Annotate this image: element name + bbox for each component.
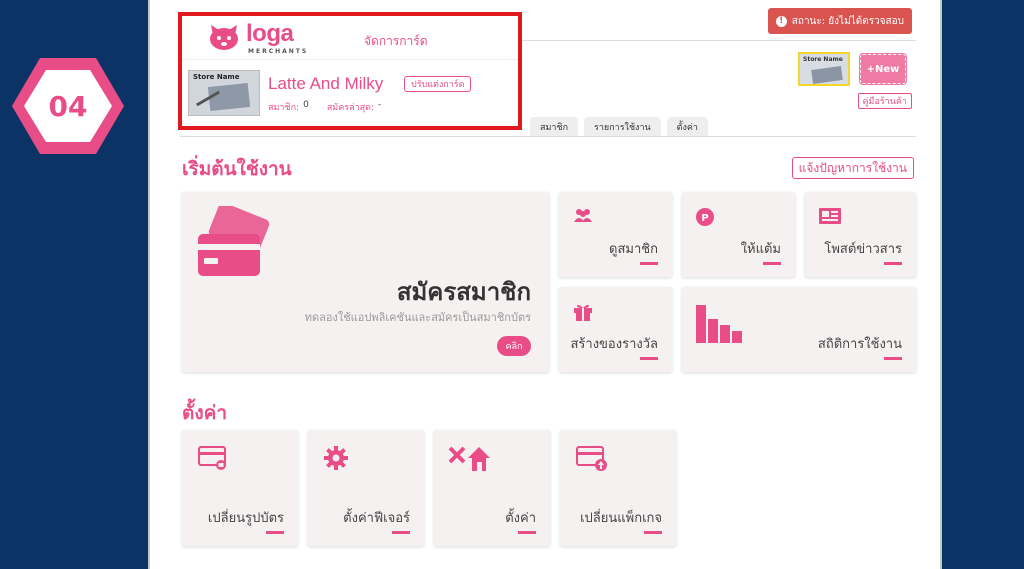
bar-chart-icon (696, 305, 742, 343)
manual-button[interactable]: คู่มือร้านค้า (857, 93, 912, 109)
tile-underline (644, 531, 662, 534)
tab-divider (180, 136, 916, 137)
report-issue-button[interactable]: แจ้งปัญหาการใช้งาน (791, 157, 914, 179)
section-title-getting-started: เริ่มต้นใช้งาน (182, 158, 292, 180)
tile-label: โพสต์ข่าวสาร (824, 242, 902, 257)
tile-feature-settings[interactable]: ตั้งค่าฟีเจอร์ (308, 430, 424, 546)
tile-label: สถิติการใช้งาน (817, 337, 902, 352)
tile-give-points[interactable]: P ให้แต้ม (682, 192, 795, 277)
tile-usage-stats[interactable]: สถิติการใช้งาน (682, 287, 916, 372)
tile-label: ดูสมาชิก (609, 242, 658, 257)
tab-members[interactable]: สมาชิก (530, 117, 579, 136)
customize-card-button[interactable]: ปรับแต่งการ์ด (404, 76, 472, 92)
status-button[interactable]: ! สถานะ: ยังไม่ได้ตรวจสอบ (767, 8, 912, 34)
alert-circle-icon: ! (775, 15, 787, 27)
tile-underline (640, 357, 658, 360)
tile-underline (884, 262, 902, 265)
overlay-header: loga MERCHANTS จัดการการ์ด (182, 16, 518, 60)
card-header-highlight: loga MERCHANTS จัดการการ์ด Store Name La… (178, 12, 522, 130)
members-value: 0 (303, 100, 309, 110)
status-label: สถานะ: ยังไม่ได้ตรวจสอบ (791, 15, 904, 27)
tile-settings[interactable]: ตั้งค่า (434, 430, 550, 546)
logo-subtitle: MERCHANTS (248, 48, 309, 55)
tile-view-members[interactable]: ดูสมาชิก (559, 192, 672, 277)
tile-underline (884, 357, 902, 360)
newspaper-icon (819, 208, 841, 224)
card-caption: Store Name (193, 73, 240, 81)
tab-activity[interactable]: รายการใช้งาน (584, 117, 661, 136)
tile-change-card-image[interactable]: เปลี่ยนรูปบัตร (182, 430, 298, 546)
gift-icon (574, 304, 592, 321)
cat-logo-icon (210, 25, 238, 50)
section-title-settings: ตั้งค่า (182, 402, 227, 424)
tile-change-package[interactable]: เปลี่ยนแพ็กเกจ (560, 430, 676, 546)
signup-click-button[interactable]: คลิก (497, 336, 531, 356)
card-art (811, 65, 843, 85)
card-image-icon (198, 446, 226, 470)
tile-underline (763, 262, 781, 265)
tile-underline (266, 531, 284, 534)
card-art (207, 82, 251, 112)
latest-value: - (378, 100, 382, 110)
tools-house-icon (448, 446, 490, 471)
tile-underline (518, 531, 536, 534)
step-badge: 04 (12, 58, 124, 154)
tile-post-news[interactable]: โพสต์ข่าวสาร (805, 192, 916, 277)
app-window: ! สถานะ: ยังไม่ได้ตรวจสอบ Store Name +Ne… (148, 0, 942, 569)
card-upgrade-icon (576, 446, 607, 471)
tile-label: ตั้งค่า (505, 511, 536, 526)
svg-text:P: P (701, 213, 708, 224)
gear-icon (324, 446, 348, 470)
logo-text: loga (246, 20, 294, 47)
signup-subtitle: ทดลองใช้แอปพลิเคชันและสมัครเป็นสมาชิกบัต… (304, 311, 531, 324)
tab-settings[interactable]: ตั้งค่า (666, 117, 708, 136)
tile-create-reward[interactable]: สร้างของรางวัล (559, 287, 672, 372)
tile-label: เปลี่ยนแพ็กเกจ (580, 511, 662, 526)
members-label: สมาชิก: (268, 103, 300, 113)
manage-card-label: จัดการการ์ด (364, 34, 428, 48)
card-thumbnail[interactable]: Store Name (188, 70, 260, 116)
users-icon (574, 209, 592, 222)
signup-title: สมัครสมาชิก (396, 278, 531, 306)
shop-name: Latte And Milky (268, 74, 384, 93)
tab-bar: สมาชิก รายการใช้งาน ตั้งค่า (530, 117, 708, 136)
card-caption: Store Name (803, 56, 843, 63)
tile-label: ให้แต้ม (740, 242, 781, 257)
latest-label: สมัครล่าสุด: (326, 103, 375, 113)
step-number: 04 (48, 89, 88, 123)
member-stats: สมาชิก: 0 สมัครล่าสุด: - (268, 100, 381, 114)
tile-underline (392, 531, 410, 534)
signup-tile[interactable]: สมัครสมาชิก ทดลองใช้แอปพลิเคชันและสมัครเ… (182, 192, 549, 372)
tile-label: ตั้งค่าฟีเจอร์ (343, 511, 410, 526)
card-preview-selected[interactable]: Store Name (798, 52, 850, 86)
tile-label: เปลี่ยนรูปบัตร (207, 511, 284, 526)
tile-underline (640, 262, 658, 265)
new-card-button[interactable]: +New (859, 53, 907, 85)
points-icon: P (696, 208, 714, 226)
tile-label: สร้างของรางวัล (570, 337, 658, 352)
credit-card-icon (198, 206, 270, 276)
